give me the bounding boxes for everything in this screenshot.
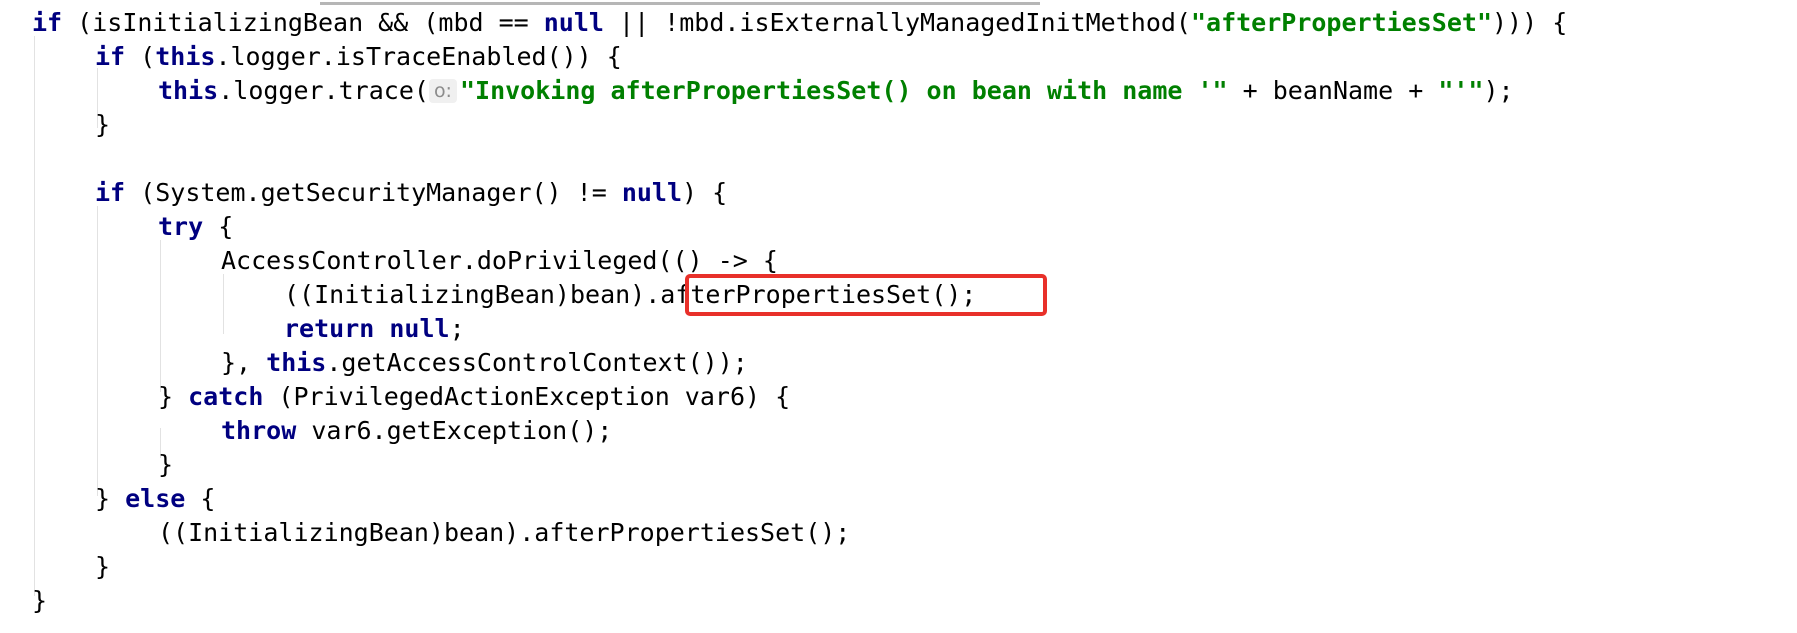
closing-brace: } — [95, 552, 111, 581]
keyword-null: null — [621, 178, 683, 207]
code-text: { — [203, 212, 234, 241]
code-line-13[interactable]: throw var6.getException(); — [221, 414, 612, 448]
string-literal: "afterPropertiesSet" — [1190, 8, 1492, 37]
indent-guide — [160, 240, 161, 392]
code-text: ))) { — [1492, 8, 1568, 37]
code-text: ) { — [682, 178, 728, 207]
code-line-16[interactable]: ((InitializingBean)bean).afterProperties… — [158, 516, 850, 550]
code-text: AccessController.doPrivileged(() -> { — [221, 246, 778, 275]
code-text: var6.getException(); — [296, 416, 613, 445]
code-text: .getAccessControlContext()); — [326, 348, 748, 377]
keyword-null: null — [389, 314, 450, 343]
code-text: .logger.isTraceEnabled()) { — [215, 42, 622, 71]
keyword-return: return — [284, 314, 375, 343]
code-text: (System.getSecurityManager() != — [125, 178, 622, 207]
code-text: || !mbd.isExternallyManagedInitMethod( — [603, 8, 1191, 37]
code-line-1[interactable]: if (isInitializingBean && (mbd == null |… — [32, 6, 1567, 40]
closing-brace: } — [95, 110, 111, 139]
clipped-previous-line — [320, 0, 1040, 5]
code-text: (isInitializingBean && (mbd == — [62, 8, 544, 37]
code-line-18[interactable]: } — [32, 584, 47, 618]
code-line-8[interactable]: AccessController.doPrivileged(() -> { — [221, 244, 778, 278]
code-line-17[interactable]: } — [95, 550, 110, 584]
highlight-box — [685, 274, 1047, 316]
code-text: ; — [449, 314, 465, 343]
code-line-14[interactable]: } — [158, 448, 173, 482]
code-text: (PrivilegedActionException var6) { — [263, 382, 791, 411]
keyword-this: this — [155, 42, 216, 71]
keyword-try: try — [158, 212, 204, 241]
keyword-if: if — [32, 8, 63, 37]
code-line-12[interactable]: } catch (PrivilegedActionException var6)… — [158, 380, 790, 414]
indent-guide — [97, 206, 98, 496]
keyword-else: else — [125, 484, 186, 513]
keyword-null: null — [543, 8, 604, 37]
code-line-6[interactable]: if (System.getSecurityManager() != null)… — [95, 176, 727, 210]
indent-guide — [34, 36, 35, 596]
closing-brace: } — [32, 586, 48, 615]
code-text: + beanName + — [1227, 76, 1439, 105]
closing-brace: } — [158, 450, 174, 479]
code-line-11[interactable]: }, this.getAccessControlContext()); — [221, 346, 748, 380]
keyword-catch: catch — [188, 382, 264, 411]
code-line-15[interactable]: } else { — [95, 482, 215, 516]
keyword-this: this — [266, 348, 327, 377]
indent-guide — [223, 274, 224, 334]
keyword-throw: throw — [221, 416, 297, 445]
code-line-3[interactable]: this.logger.trace(o: "Invoking afterPrope… — [158, 74, 1514, 108]
keyword-this: this — [158, 76, 219, 105]
parameter-hint: o: — [428, 79, 457, 103]
code-text: .logger.trace( — [218, 76, 429, 105]
keyword-if: if — [95, 178, 126, 207]
string-literal: "'" — [1438, 76, 1484, 105]
string-literal: "Invoking afterPropertiesSet() on bean w… — [459, 76, 1228, 105]
code-text: ( — [125, 42, 156, 71]
code-text: ); — [1483, 76, 1514, 105]
code-line-2[interactable]: if (this.logger.isTraceEnabled()) { — [95, 40, 622, 74]
code-line-4[interactable]: } — [95, 108, 110, 142]
code-line-7[interactable]: try { — [158, 210, 233, 244]
code-text: }, — [221, 348, 267, 377]
code-text: } — [158, 382, 189, 411]
code-editor[interactable]: if (isInitializingBean && (mbd == null |… — [0, 0, 1797, 633]
code-text: ((InitializingBean)bean).afterProperties… — [158, 518, 851, 547]
code-text: } — [95, 484, 126, 513]
code-text: { — [185, 484, 216, 513]
code-line-10[interactable]: return null; — [284, 312, 465, 346]
keyword-if: if — [95, 42, 126, 71]
